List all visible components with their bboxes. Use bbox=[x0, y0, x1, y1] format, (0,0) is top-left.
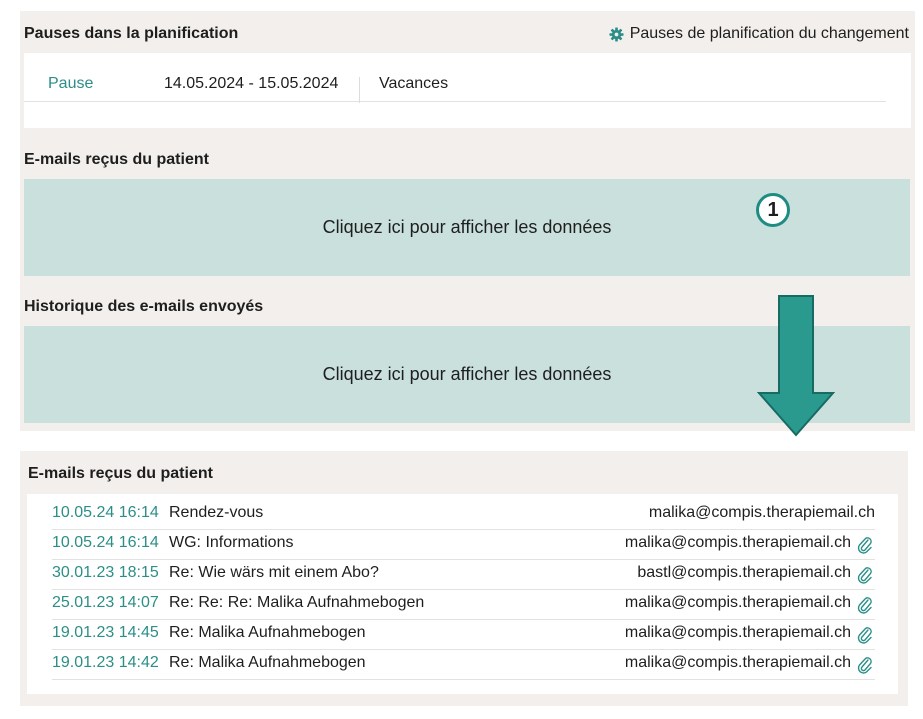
step-badge: 1 bbox=[756, 193, 790, 227]
email-row[interactable]: 30.01.23 18:15 Re: Wie wärs mit einem Ab… bbox=[52, 560, 875, 590]
email-date: 19.01.23 14:42 bbox=[52, 654, 159, 671]
email-date: 10.05.24 16:14 bbox=[52, 504, 159, 521]
email-subject: WG: Informations bbox=[169, 534, 294, 551]
email-row[interactable]: 19.01.23 14:45 Re: Malika Aufnahmebogen … bbox=[52, 620, 875, 650]
paperclip-icon[interactable] bbox=[857, 656, 873, 674]
email-subject: Re: Re: Re: Malika Aufnahmebogen bbox=[169, 594, 425, 611]
received-emails-title: E-mails reçus du patient bbox=[24, 151, 209, 168]
email-row[interactable]: 19.01.23 14:42 Re: Malika Aufnahmebogen … bbox=[52, 650, 875, 680]
email-sender: malika@compis.therapiemail.ch bbox=[624, 654, 851, 671]
gear-icon bbox=[609, 26, 624, 42]
email-row[interactable]: 25.01.23 14:07 Re: Re: Re: Malika Aufnah… bbox=[52, 590, 875, 620]
bottom-panel: E-mails reçus du patient 10.05.24 16:14 … bbox=[20, 451, 908, 706]
change-link-label: Pauses de planification du changement bbox=[629, 25, 909, 42]
paperclip-icon[interactable] bbox=[857, 626, 873, 644]
paperclip-icon[interactable] bbox=[857, 536, 873, 554]
down-arrow-icon bbox=[757, 295, 835, 437]
pause-dates: 14.05.2024 - 15.05.2024 bbox=[164, 75, 339, 92]
email-date: 19.01.23 14:45 bbox=[52, 624, 159, 641]
email-sender: bastl@compis.therapiemail.ch bbox=[637, 564, 851, 581]
pause-reason: Vacances bbox=[379, 75, 449, 92]
column-divider bbox=[359, 77, 360, 103]
sent-history-title: Historique des e-mails envoyés bbox=[24, 298, 264, 315]
received-emails-list: 10.05.24 16:14 Rendez-vous malika@compis… bbox=[27, 494, 898, 694]
email-row[interactable]: 10.05.24 16:14 WG: Informations malika@c… bbox=[52, 530, 875, 560]
email-subject: Rendez-vous bbox=[169, 504, 264, 521]
email-date: 30.01.23 18:15 bbox=[52, 564, 159, 581]
schedule-pauses-title: Pauses dans la planification bbox=[24, 25, 239, 42]
email-sender: malika@compis.therapiemail.ch bbox=[648, 504, 875, 521]
email-subject: Re: Malika Aufnahmebogen bbox=[169, 624, 366, 641]
email-row[interactable]: 10.05.24 16:14 Rendez-vous malika@compis… bbox=[52, 500, 875, 530]
email-sender: malika@compis.therapiemail.ch bbox=[624, 534, 851, 551]
email-subject: Re: Wie wärs mit einem Abo? bbox=[169, 564, 379, 581]
change-schedule-pauses-link[interactable]: Pauses de planification du changement bbox=[609, 25, 909, 43]
email-subject: Re: Malika Aufnahmebogen bbox=[169, 654, 366, 671]
email-sender: malika@compis.therapiemail.ch bbox=[624, 624, 851, 641]
paperclip-icon[interactable] bbox=[857, 596, 873, 614]
paperclip-icon[interactable] bbox=[857, 566, 873, 584]
email-sender: malika@compis.therapiemail.ch bbox=[624, 594, 851, 611]
email-date: 25.01.23 14:07 bbox=[52, 594, 159, 611]
pause-type: Pause bbox=[48, 75, 94, 92]
schedule-pauses-list: Pause 14.05.2024 - 15.05.2024 Vacances bbox=[24, 53, 911, 128]
pause-row[interactable]: Pause 14.05.2024 - 15.05.2024 Vacances bbox=[24, 69, 886, 103]
email-date: 10.05.24 16:14 bbox=[52, 534, 159, 551]
received-emails-expanded-title: E-mails reçus du patient bbox=[28, 465, 213, 482]
